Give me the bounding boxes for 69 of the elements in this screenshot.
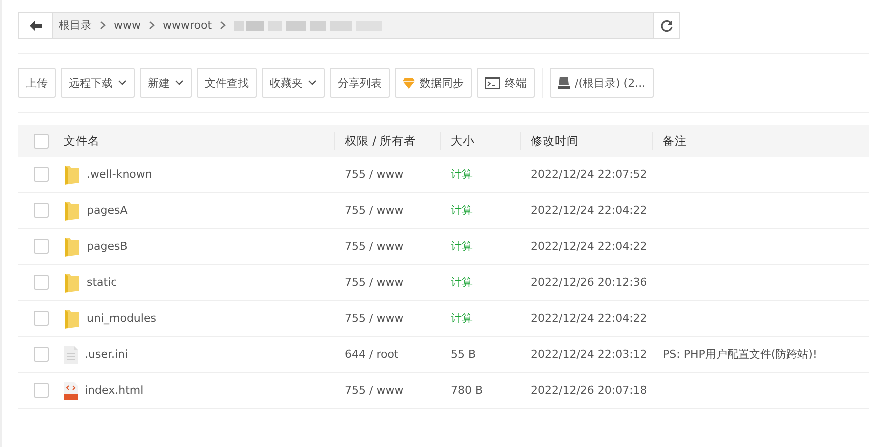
file-name[interactable]: index.html [85,384,144,397]
row-checkbox[interactable] [34,347,48,362]
table-cell: 2022/12/24 22:04:22 [531,240,648,253]
folder-icon [64,236,80,256]
toolbar-button[interactable]: 新建 [140,68,192,98]
column-header[interactable]: 备注 [663,134,687,148]
file-name[interactable]: pagesB [87,240,128,253]
file-name[interactable]: .well-known [87,168,152,181]
table-cell: 755 / www [345,168,404,181]
chevron-right-icon [149,21,155,30]
folder-icon [64,308,80,328]
row-checkbox[interactable] [34,275,48,290]
back-arrow-icon [30,20,42,30]
table-cell: PS: PHP用户配置文件(防跨站)! [663,348,818,361]
table-cell: 755 / www [345,240,404,253]
row-checkbox[interactable] [34,311,48,326]
gem-icon [403,78,415,88]
table-cell: 755 / www [345,312,404,325]
disk-icon [558,77,570,89]
file-name[interactable]: .user.ini [85,348,128,361]
table-cell: 2022/12/26 20:07:18 [531,384,648,397]
toolbar-button[interactable]: 上传 [18,68,56,98]
toolbar-button[interactable]: 分享列表 [330,68,390,98]
file-name[interactable]: pagesA [87,204,128,217]
terminal-icon [485,77,500,89]
table-cell: 2022/12/24 22:03:12 [531,348,648,361]
refresh-icon [660,18,674,32]
folder-icon [64,272,80,292]
file-icon [64,346,78,364]
html-file-icon [64,382,78,400]
caret-icon [308,80,317,86]
caret-icon [175,80,184,86]
table-cell: 644 / root [345,348,399,361]
table-cell: 2022/12/24 22:04:22 [531,312,648,325]
breadcrumb-link[interactable]: www [114,19,141,32]
back-button[interactable] [19,13,53,38]
breadcrumb-link[interactable]: 根目录 [59,18,92,33]
file-name[interactable]: static [87,276,118,289]
folder-icon [64,164,80,184]
row-checkbox[interactable] [34,167,48,182]
toolbar-button[interactable]: 终端 [477,68,535,98]
select-all-checkbox[interactable] [34,134,48,148]
file-name[interactable]: uni_modules [87,312,156,325]
row-checkbox[interactable] [34,203,48,218]
column-header[interactable]: 权限 / 所有者 [345,134,416,148]
toolbar-button[interactable]: /(根目录) (2... [550,68,654,98]
table-cell: 755 / www [345,276,404,289]
column-header[interactable]: 大小 [451,134,475,148]
row-checkbox[interactable] [34,383,48,398]
row-checkbox[interactable] [34,239,48,254]
table-cell: 55 B [451,348,476,361]
refresh-button[interactable] [653,13,679,38]
chevron-right-icon [220,21,226,30]
table-cell: 2022/12/24 22:07:52 [531,168,648,181]
table-cell: 780 B [451,384,484,397]
column-header[interactable]: 文件名 [64,134,100,148]
table-cell: 755 / www [345,204,404,217]
folder-icon [64,200,80,220]
breadcrumb-link[interactable]: wwwroot [163,19,212,32]
table-cell: 2022/12/24 22:04:22 [531,204,648,217]
table-cell: 755 / www [345,384,404,397]
chevron-right-icon [100,21,106,30]
table-cell: 2022/12/26 20:12:36 [531,276,648,289]
column-header[interactable]: 修改时间 [531,134,579,148]
caret-icon [118,80,127,86]
toolbar-button[interactable]: 收藏夹 [262,68,325,98]
toolbar-button[interactable]: 数据同步 [395,68,472,98]
toolbar-button[interactable]: 文件查找 [197,68,257,98]
toolbar-button[interactable]: 远程下载 [61,68,135,98]
